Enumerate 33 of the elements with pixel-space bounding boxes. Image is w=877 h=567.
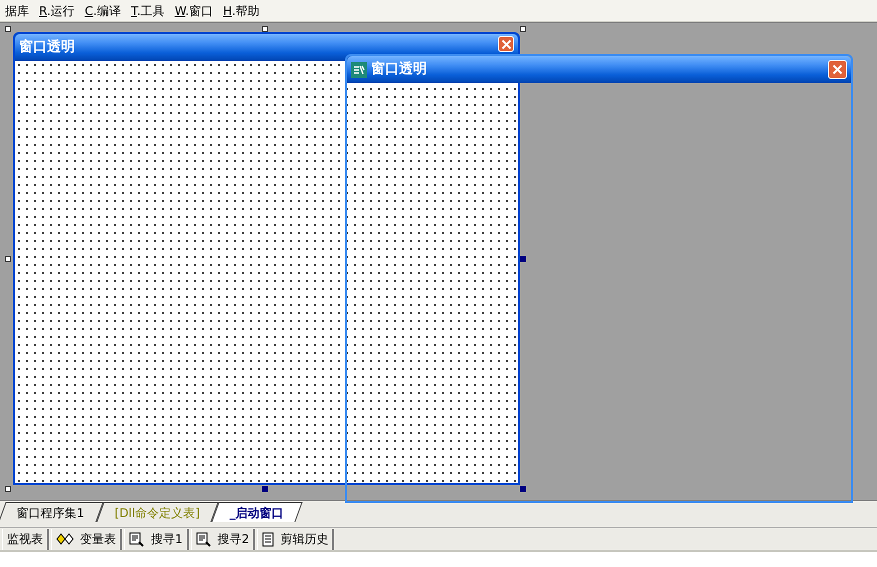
close-button[interactable] xyxy=(498,36,514,52)
menu-item[interactable]: R.运行 xyxy=(34,2,80,20)
resize-handle[interactable] xyxy=(5,256,11,262)
editor-tab[interactable]: 窗口程序集1 xyxy=(0,502,104,522)
menu-item[interactable]: H.帮助 xyxy=(218,2,265,20)
resize-handle[interactable] xyxy=(5,486,11,492)
window-title: 窗口透明 xyxy=(371,60,428,79)
document-icon xyxy=(262,532,274,546)
close-icon xyxy=(832,64,843,75)
resize-handle[interactable] xyxy=(520,256,526,262)
close-icon xyxy=(500,38,512,50)
panel-tab[interactable]: 剪辑历史 xyxy=(257,528,334,550)
resize-handle[interactable] xyxy=(262,486,268,492)
diamonds-icon xyxy=(56,533,74,545)
resize-handle[interactable] xyxy=(520,486,526,492)
panel-tab[interactable]: 变量表 xyxy=(51,528,122,550)
resize-handle[interactable] xyxy=(5,26,11,32)
document-magnifier-icon xyxy=(196,532,212,546)
document-magnifier-icon xyxy=(129,532,145,546)
editor-tab[interactable]: [Dll命令定义表] xyxy=(96,502,219,522)
menu-item[interactable]: T.工具 xyxy=(126,2,170,20)
menu-item[interactable]: C.编译 xyxy=(80,2,126,20)
panel-tab[interactable]: 监视表 xyxy=(2,528,49,550)
editor-tab[interactable]: _启动窗口 xyxy=(211,502,303,522)
window-title: 窗口透明 xyxy=(19,38,76,57)
app-icon xyxy=(351,62,367,78)
close-button[interactable] xyxy=(828,60,847,79)
resize-handle[interactable] xyxy=(262,26,268,32)
panel-tab[interactable]: 搜寻2 xyxy=(190,528,256,550)
menu-item[interactable]: 据库 xyxy=(0,2,34,20)
panel-tab[interactable]: 搜寻1 xyxy=(124,528,189,550)
menu-item[interactable]: W.窗口 xyxy=(170,2,218,20)
resize-handle[interactable] xyxy=(520,26,526,32)
